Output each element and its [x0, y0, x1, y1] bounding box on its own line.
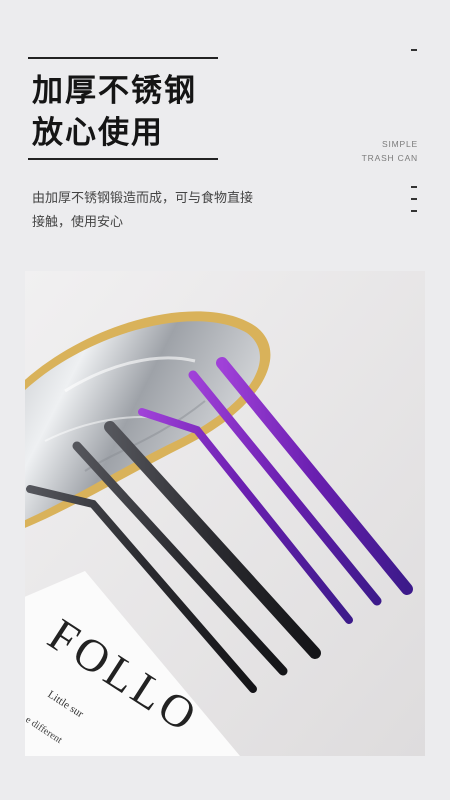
product-photo: FOLLO Little sur e different — [25, 271, 425, 756]
headline-line-1: 加厚不锈钢 — [32, 73, 197, 109]
description: 由加厚不锈钢锻造而成，可与食物直接 接触，使用安心 — [32, 187, 332, 235]
side-tag: SIMPLE TRASH CAN — [362, 137, 418, 165]
description-line-1: 由加厚不锈钢锻造而成，可与食物直接 — [32, 191, 254, 206]
description-line-2: 接触，使用安心 — [32, 215, 124, 230]
side-tag-line-1: SIMPLE — [382, 139, 418, 149]
headline-rule-bottom — [28, 158, 218, 160]
headline: 加厚不锈钢 放心使用 — [32, 70, 292, 154]
headline-line-2: 放心使用 — [32, 115, 164, 151]
menu-bars-icon — [411, 186, 417, 214]
dash-mark — [411, 49, 417, 51]
side-tag-line-2: TRASH CAN — [361, 153, 418, 163]
straws-photo-illustration: FOLLO Little sur e different — [25, 271, 425, 756]
headline-rule-top — [28, 57, 218, 59]
